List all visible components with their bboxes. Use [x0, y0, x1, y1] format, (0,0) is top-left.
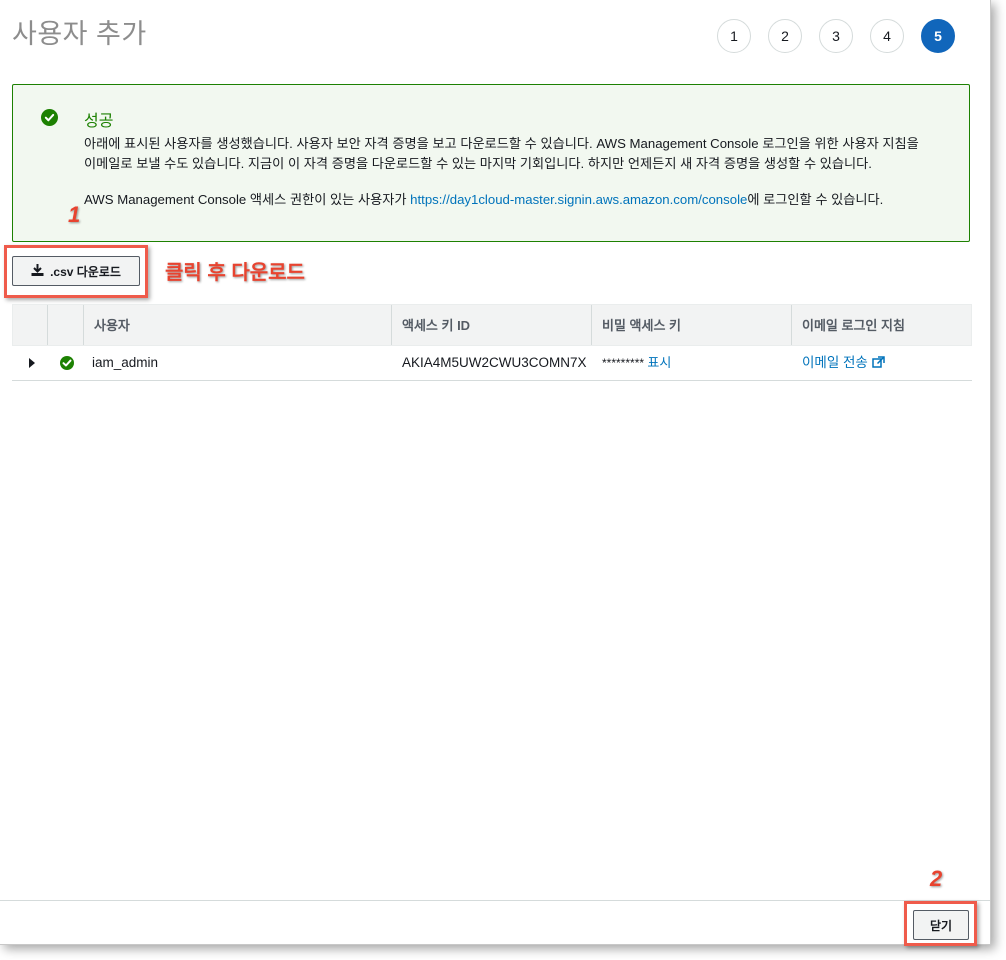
step-2[interactable]: 2	[768, 19, 802, 53]
close-button[interactable]: 닫기	[913, 910, 969, 940]
annotation-hint: 클릭 후 다운로드	[165, 262, 305, 284]
console-text-suffix: 에 로그인할 수 있습니다.	[747, 192, 884, 207]
page-title: 사용자 추가	[12, 19, 147, 49]
table-row: iam_admin AKIA4M5UW2CWU3COMN7X *********…	[12, 346, 972, 381]
download-csv-label: .csv 다운로드	[50, 264, 121, 279]
step-3[interactable]: 3	[819, 19, 853, 53]
expand-row-icon[interactable]	[18, 346, 46, 380]
success-check-icon	[50, 346, 82, 380]
console-signin-link[interactable]: https://day1cloud-master.signin.aws.amaz…	[410, 192, 747, 207]
email-instructions-cell: 이메일 전송	[792, 346, 972, 380]
alert-console-line: AWS Management Console 액세스 권한이 있는 사용자가 h…	[84, 189, 883, 208]
annotation-number-2: 2	[930, 866, 943, 891]
header-expand-col	[13, 305, 47, 345]
header-email-instructions: 이메일 로그인 지침	[791, 305, 971, 345]
header-status-col	[47, 305, 83, 345]
send-email-link[interactable]: 이메일 전송	[802, 355, 885, 370]
alert-message-line-1: 아래에 표시된 사용자를 생성했습니다. 사용자 보안 자격 증명을 보고 다운…	[84, 136, 919, 151]
secret-key-masked: *********	[602, 356, 645, 370]
access-key-id-cell: AKIA4M5UW2CWU3COMN7X	[402, 355, 587, 370]
wizard-steps: 1 2 3 4 5	[717, 19, 955, 53]
add-user-page: 사용자 추가 1 2 3 4 5 성공 아래에 표시된 사용자를 생성했습니다.…	[0, 0, 991, 946]
header-user: 사용자	[83, 305, 391, 345]
footer-divider	[0, 900, 990, 901]
success-alert: 성공 아래에 표시된 사용자를 생성했습니다. 사용자 보안 자격 증명을 보고…	[12, 84, 970, 242]
annotation-number-1: 1	[68, 202, 81, 227]
alert-title: 성공	[84, 113, 114, 130]
console-text-prefix: AWS Management Console 액세스 권한이 있는 사용자가	[84, 192, 411, 207]
external-link-icon	[871, 355, 885, 370]
download-icon	[31, 263, 44, 279]
secret-key-cell: ********* 표시	[592, 346, 792, 380]
alert-message-line-2: 이메일로 보낼 수도 있습니다. 지금이 이 자격 증명을 다운로드할 수 있는…	[84, 156, 872, 171]
user-name-cell: iam_admin	[92, 355, 159, 370]
check-circle-icon	[41, 109, 58, 126]
download-csv-button[interactable]: .csv 다운로드	[12, 256, 140, 286]
step-1[interactable]: 1	[717, 19, 751, 53]
step-4[interactable]: 4	[870, 19, 904, 53]
table-header: 사용자 액세스 키 ID 비밀 액세스 키 이메일 로그인 지침	[12, 304, 972, 346]
user-credentials-table: 사용자 액세스 키 ID 비밀 액세스 키 이메일 로그인 지침 iam_adm…	[12, 304, 972, 381]
send-email-label: 이메일 전송	[802, 355, 868, 370]
header-secret-access-key: 비밀 액세스 키	[591, 305, 791, 345]
show-secret-link[interactable]: 표시	[647, 355, 671, 370]
step-5-current[interactable]: 5	[921, 19, 955, 53]
header-access-key-id: 액세스 키 ID	[391, 305, 591, 345]
